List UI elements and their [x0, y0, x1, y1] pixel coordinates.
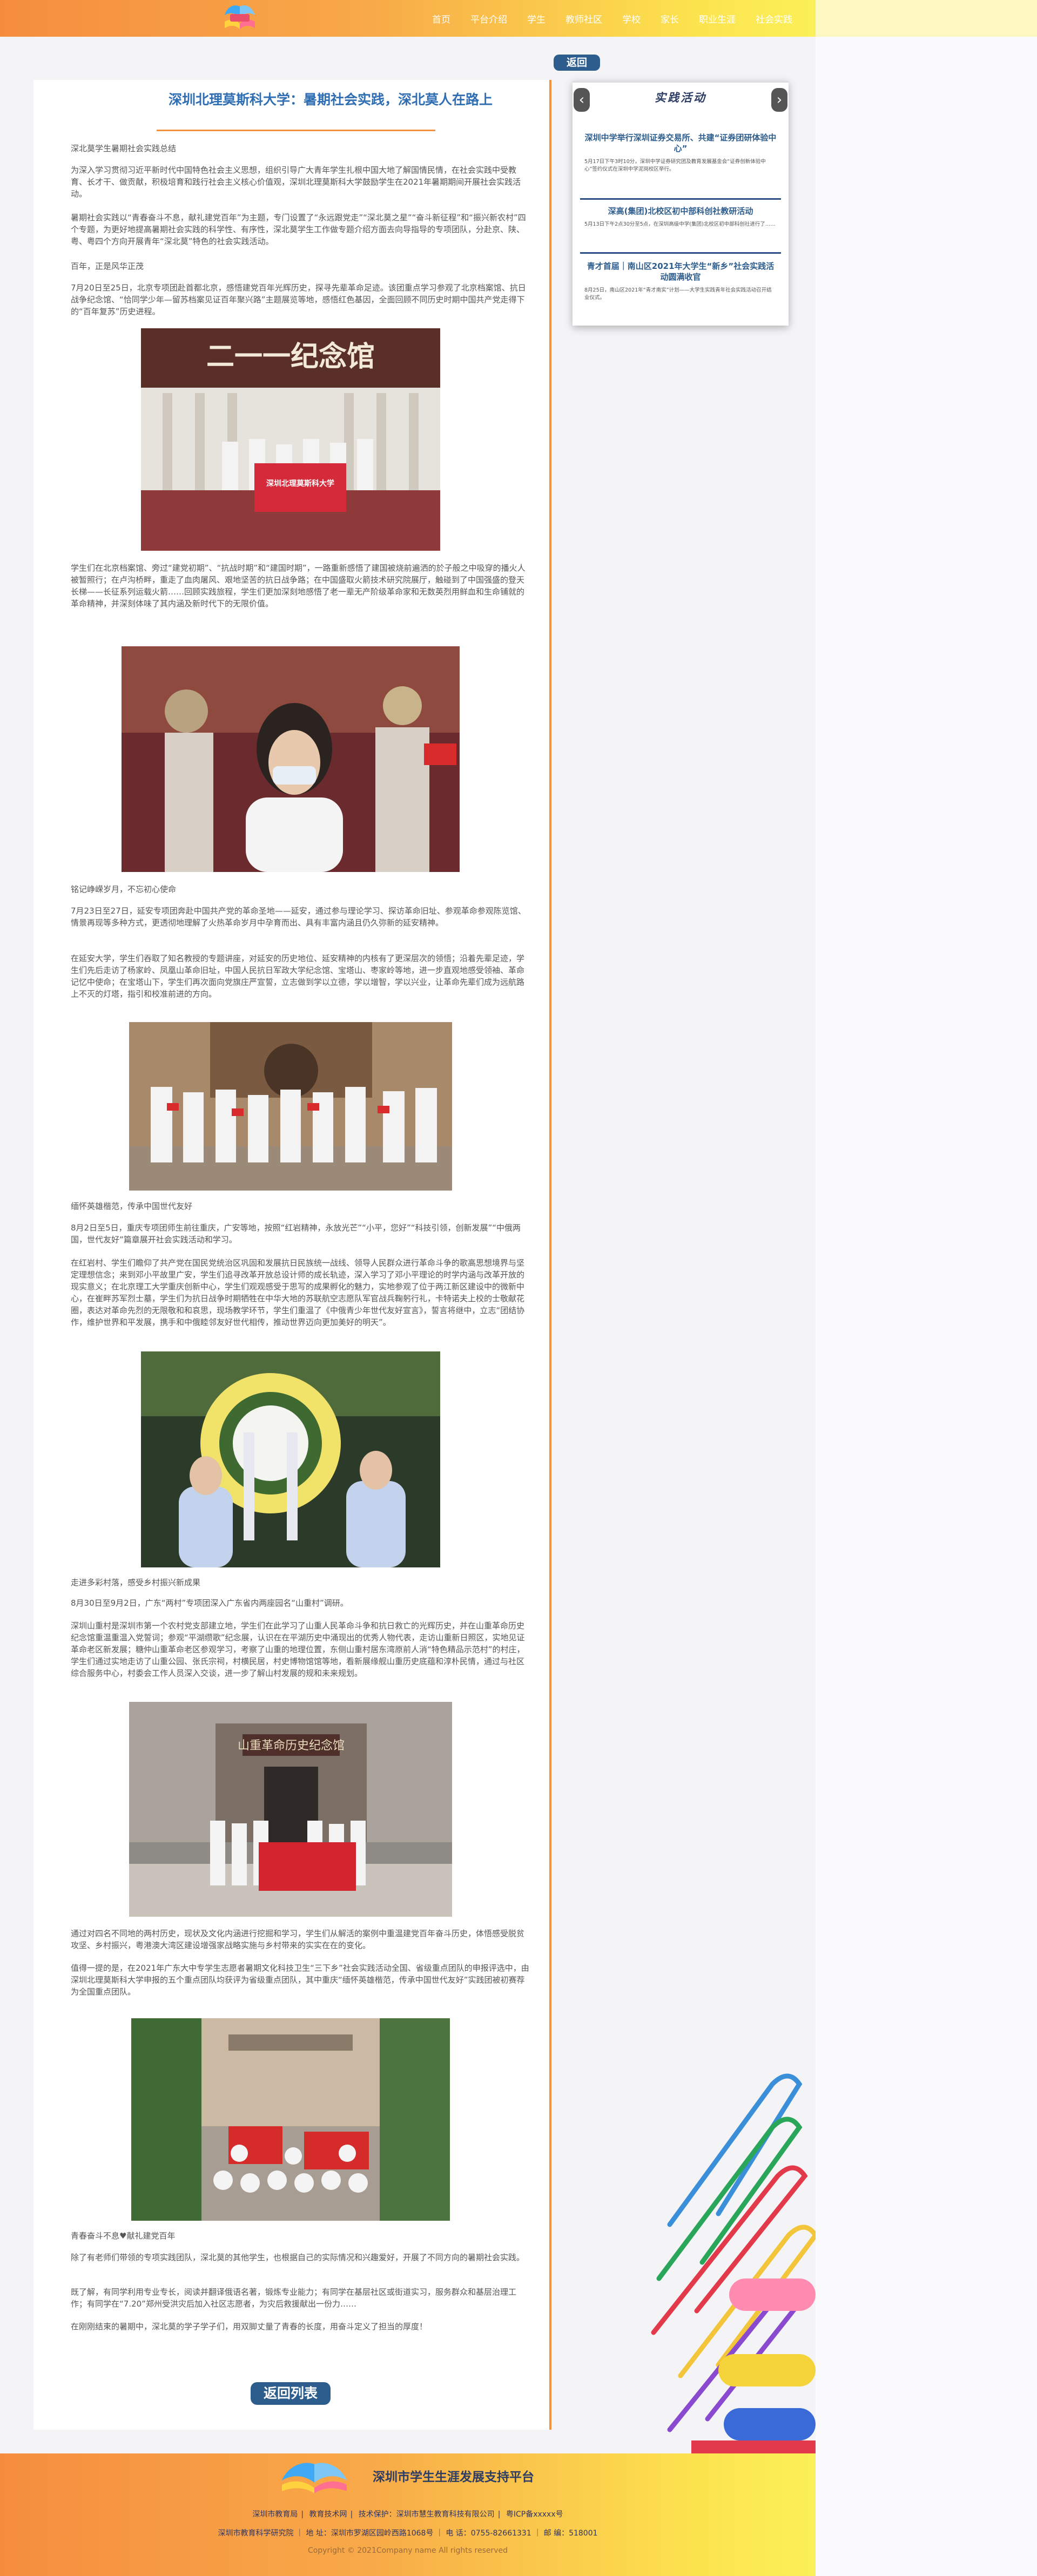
photo-group-flags — [131, 2018, 450, 2221]
activity-desc: 8月25日，南山区2021年“青才南实”计划——大学生实践青年社会实践活动召开结… — [584, 287, 772, 301]
decorative-stationery-image — [637, 2052, 816, 2453]
back-to-list-button[interactable]: 返回列表 — [251, 2382, 331, 2405]
orange-vertical-divider — [549, 80, 551, 2430]
nav-teacher-community[interactable]: 教师社区 — [565, 12, 602, 25]
photo-beijing-group: 二一一纪念馆 深圳北理莫斯科大学 — [141, 328, 440, 551]
svg-text:二一一纪念馆: 二一一纪念馆 — [206, 340, 375, 373]
photo-students-masks — [122, 646, 460, 872]
activity-card[interactable]: 深圳中学举行深圳证券交易所、共建“证券团研体验中心” 5月17日下午3时10分，… — [584, 132, 777, 173]
paragraph: 8月30日至9月2日，广东“两村”专项团深入广东省内两座园名“山重村”调研。 — [71, 1598, 348, 1608]
footer-link[interactable]: 技术保护：深圳市慧生教育科技有限公司 — [355, 2510, 498, 2519]
svg-text:深圳北理莫斯科大学: 深圳北理莫斯科大学 — [266, 479, 334, 488]
practice-activities-sidebar: ‹ 实践活动 › 深圳中学举行深圳证券交易所、共建“证券团研体验中心” 5月17… — [573, 81, 789, 326]
footer-link[interactable]: 深圳市教育局 — [249, 2510, 301, 2519]
activity-desc: 5月17日下午3时10分，深圳中学证券研究团及教育发展基金会“证券创新体验中心”… — [584, 159, 766, 172]
right-background — [816, 37, 1037, 2453]
back-button[interactable]: 返回 — [554, 55, 600, 71]
paragraph: 在刚刚结束的暑期中，深北莫的学子学子们，用双脚丈量了青春的长度，用奋斗定义了担当… — [71, 2322, 428, 2331]
paragraph: 通过对四名不同地的两村历史，现状及文化内涵进行挖掘和学习，学生们从解活的案例中重… — [71, 1929, 525, 1950]
activity-desc: 5月13日下午2点30分至5点，在深圳高级中学(集团)北校区初中部科创社进行了…… — [584, 221, 776, 227]
chevron-right-icon[interactable]: › — [771, 88, 787, 112]
paragraph: 既了解，有同学利用专业专长，阅读并翻译俄语名著，锻炼专业能力；有同学在基层社区或… — [71, 2287, 517, 2309]
paragraph: 深圳山重村是深圳市第一个农村党支部建立地，学生们在此学习了山重人民革命斗争和抗日… — [71, 1621, 525, 1678]
paragraph: 为深入学习贯彻习近平新时代中国特色社会主义思想，组织引导广大青年学生扎根中国大地… — [71, 165, 521, 199]
section-heading: 青春奋斗不息♥献礼建党百年 — [71, 2231, 176, 2241]
article-panel: 深圳北理莫斯科大学：暑期社会实践，深北莫人在路上 深北莫学生暑期社会实践总结 为… — [33, 80, 550, 2430]
paragraph: 在延安大学，学生们吞取了知名教授的专题讲座，对延安的历史地位、延安精神的内核有了… — [71, 954, 525, 999]
footer-right-filler — [816, 2453, 1037, 2576]
footer-logo — [277, 2461, 352, 2494]
paragraph: 8月2日至5日，重庆专项团师生前往重庆，广安等地，按照“红岩精神，永放光芒”“小… — [71, 1223, 521, 1245]
article-title: 深圳北理莫斯科大学：暑期社会实践，深北莫人在路上 — [169, 92, 493, 107]
paragraph: 7月20日至25日，北京专项团赴首都北京，感悟建党百年光辉历史，探寻先辈革命足迹… — [71, 283, 526, 316]
paragraph: 7月23日至27日，延安专项团奔赴中国共产党的革命圣地——延安，通过参与理论学习… — [71, 906, 526, 928]
activity-title[interactable]: 深圳中学举行深圳证券交易所、共建“证券团研体验中心” — [584, 132, 777, 154]
section-heading: 走进多彩村落，感受乡村振兴新成果 — [71, 1578, 201, 1587]
footer-contact-info: 深圳市教育科学研究院 ｜ 地 址：深圳市罗湖区园岭西路1068号 ｜ 电 话：0… — [218, 2529, 598, 2538]
paragraph: 值得一提的是，在2021年广东大中专学生志愿者暑期文化科技卫生“三下乡”社会实践… — [71, 1963, 529, 1997]
nav-social-practice[interactable]: 社会实践 — [756, 12, 792, 25]
footer-title: 深圳市学生生涯发展支持平台 — [373, 2470, 534, 2484]
activity-card[interactable]: 深高(集团)北校区初中部科创社教研活动 5月13日下午2点30分至5点，在深圳高… — [584, 206, 777, 228]
nav-career[interactable]: 职业生涯 — [699, 12, 736, 25]
nav-schools[interactable]: 学校 — [622, 12, 641, 25]
top-navigation-bar: 首页 平台介绍 学生 教师社区 学校 家长 职业生涯 社会实践 — [0, 0, 816, 37]
nav-parents[interactable]: 家长 — [661, 12, 679, 25]
activity-title[interactable]: 青才首届｜南山区2021年大学生“新乡”社会实践活动圆满收官 — [584, 261, 777, 282]
nav-home[interactable]: 首页 — [432, 12, 450, 25]
header-right-filler — [816, 0, 1037, 37]
paragraph: 除了有老师们带领的专项实践团队，深北莫的其他学生，也根据自己的实际情况和兴趣爱好… — [71, 2253, 525, 2262]
paragraph: 暑期社会实践以“青春奋斗不息，献礼建党百年”为主题，专门设置了“永远跟党走”“深… — [71, 213, 526, 246]
sidebar-title: 实践活动 — [655, 91, 706, 104]
section-heading: 缅怀英雄楷范，传承中国世代友好 — [71, 1201, 193, 1211]
svg-text:山重革命历史纪念馆: 山重革命历史纪念馆 — [238, 1739, 345, 1753]
site-logo[interactable] — [223, 2, 257, 35]
nav-platform-intro[interactable]: 平台介绍 — [470, 12, 507, 25]
footer: 深圳市学生生涯发展支持平台 深圳市教育局 | 教育技术网 | 技术保护：深圳市慧生教… — [0, 2453, 816, 2576]
photo-wreath — [141, 1351, 440, 1567]
paragraph: 学生们在北京档案馆、旁过“建党初期”、“抗战时期”和“建国时期”，一路重新感悟了… — [71, 563, 526, 608]
footer-links: 深圳市教育局 | 教育技术网 | 技术保护：深圳市慧生教育科技有限公司 | 粤ICP备… — [0, 2509, 816, 2519]
main-nav: 首页 平台介绍 学生 教师社区 学校 家长 职业生涯 社会实践 — [432, 0, 812, 37]
photo-yanan-group — [129, 1022, 452, 1191]
footer-copyright: Copyright © 2021Company name All rights … — [307, 2546, 508, 2555]
activity-card[interactable]: 青才首届｜南山区2021年大学生“新乡”社会实践活动圆满收官 8月25日，南山区… — [584, 261, 777, 302]
activity-title[interactable]: 深高(集团)北校区初中部科创社教研活动 — [584, 206, 777, 217]
photo-village-gate: 山重革命历史纪念馆 — [129, 1702, 452, 1917]
title-underline — [157, 130, 435, 131]
section-heading: 百年，正是风华正茂 — [71, 261, 144, 271]
footer-link[interactable]: 粤ICP备xxxxx号 — [503, 2510, 567, 2519]
card-divider — [580, 252, 781, 254]
card-divider — [580, 198, 781, 200]
nav-students[interactable]: 学生 — [527, 12, 546, 25]
footer-link[interactable]: 教育技术网 — [306, 2510, 351, 2519]
section-heading: 铭记峥嵘岁月，不忘初心使命 — [71, 884, 177, 894]
paragraph: 在红岩村、学生们瞻仰了共产党在国民党统治区巩固和发展抗日民族统一战线、领导人民群… — [71, 1258, 525, 1327]
paragraph: 深北莫学生暑期社会实践总结 — [71, 144, 177, 153]
